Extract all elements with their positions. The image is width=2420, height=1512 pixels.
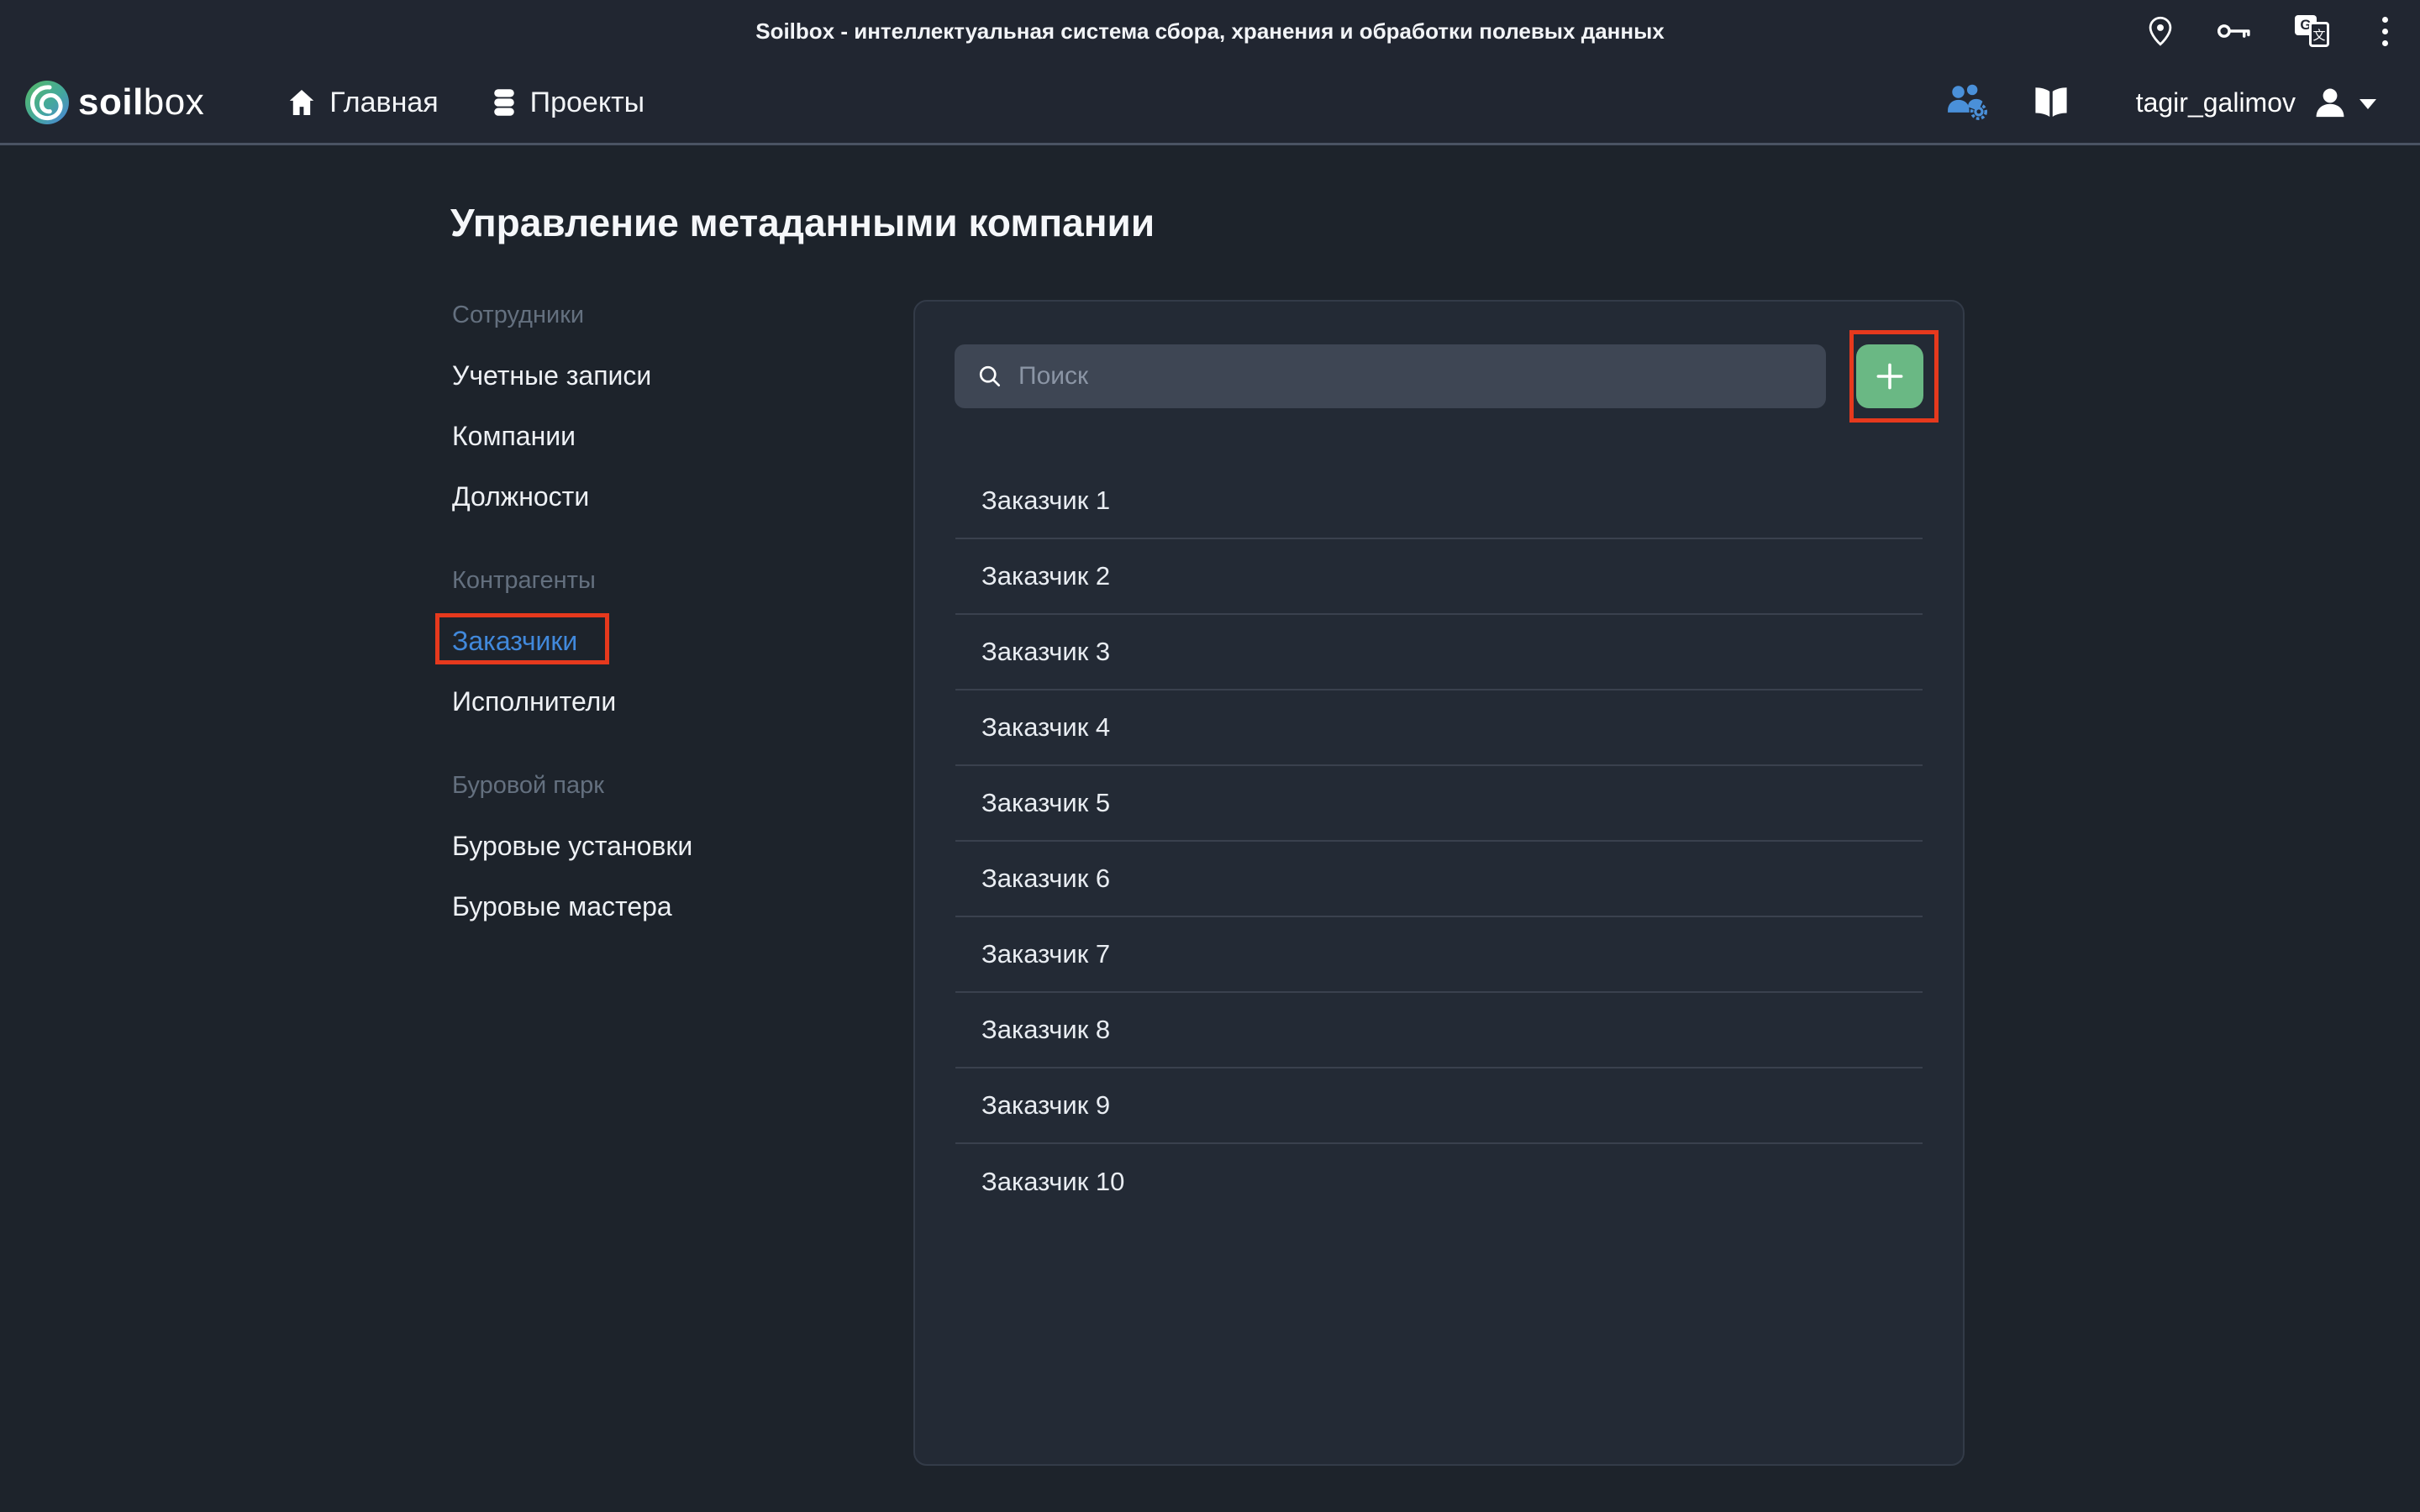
app-navbar: soilbox Главная Проекты (0, 62, 2420, 145)
customers-panel: Заказчик 1 Заказчик 2 Заказчик 3 Заказчи… (913, 300, 1965, 1466)
search-input[interactable] (1018, 344, 1826, 408)
user-avatar-icon[interactable] (2312, 85, 2348, 120)
customer-name: Заказчик 8 (981, 1015, 1110, 1045)
customer-name: Заказчик 7 (981, 939, 1110, 969)
brand-light: box (144, 81, 204, 123)
list-item[interactable]: Заказчик 10 (955, 1144, 1923, 1220)
nav-item-home[interactable]: Главная (287, 87, 438, 119)
add-customer-button[interactable] (1856, 344, 1923, 408)
search-icon (976, 363, 1003, 390)
sidebar-section-employees: Сотрудники (452, 298, 839, 332)
database-icon (491, 88, 518, 117)
user-management-icon[interactable] (1946, 82, 1991, 123)
sidebar-item-positions[interactable]: Должности (452, 480, 839, 513)
overflow-menu-icon[interactable] (2375, 17, 2395, 46)
customers-list: Заказчик 1 Заказчик 2 Заказчик 3 Заказчи… (955, 464, 1923, 1220)
list-item[interactable]: Заказчик 5 (955, 766, 1923, 842)
browser-titlebar: Soilbox - интеллектуальная система сбора… (0, 0, 2420, 62)
sidebar-section-counterparties: Контрагенты (452, 564, 839, 597)
customer-name: Заказчик 10 (981, 1167, 1124, 1197)
translate-script-glyph: 文 (2309, 22, 2329, 47)
search-box (955, 344, 1826, 408)
sidebar-item-drilling-rigs[interactable]: Буровые установки (452, 829, 839, 863)
key-icon[interactable] (2216, 20, 2251, 42)
nav-item-label: Проекты (530, 87, 644, 119)
home-icon (287, 88, 317, 117)
sidebar-item-drilling-masters[interactable]: Буровые мастера (452, 890, 839, 923)
sidebar-item-contractors[interactable]: Исполнители (452, 685, 839, 718)
translate-icon[interactable]: G 文 (2295, 13, 2332, 49)
chevron-down-icon[interactable] (2360, 99, 2376, 109)
customer-name: Заказчик 3 (981, 637, 1110, 667)
brand-wordmark[interactable]: soilbox (78, 81, 204, 123)
sidebar-menu: Сотрудники Учетные записи Компании Должн… (452, 298, 839, 923)
list-item[interactable]: Заказчик 8 (955, 993, 1923, 1068)
username[interactable]: tagir_galimov (2136, 87, 2296, 118)
soilbox-logo-icon[interactable] (24, 80, 70, 125)
list-item[interactable]: Заказчик 7 (955, 917, 1923, 993)
customer-name: Заказчик 4 (981, 712, 1110, 743)
list-item[interactable]: Заказчик 1 (955, 464, 1923, 539)
plus-icon (1872, 359, 1907, 394)
nav-item-label: Главная (329, 87, 438, 119)
page-title: Soilbox - интеллектуальная система сбора… (0, 0, 2420, 62)
page-heading: Управление метаданными компании (450, 199, 1155, 246)
list-item[interactable]: Заказчик 4 (955, 690, 1923, 766)
sidebar-item-accounts[interactable]: Учетные записи (452, 359, 839, 392)
list-item[interactable]: Заказчик 2 (955, 539, 1923, 615)
customer-name: Заказчик 1 (981, 486, 1110, 516)
sidebar-section-drilling-park: Буровой парк (452, 769, 839, 802)
sidebar-item-customers[interactable]: Заказчики (452, 624, 839, 658)
brand-bold: soil (78, 81, 144, 123)
list-item[interactable]: Заказчик 6 (955, 842, 1923, 917)
app-root: Soilbox - интеллектуальная система сбора… (0, 0, 2420, 1512)
customer-name: Заказчик 6 (981, 864, 1110, 894)
customer-name: Заказчик 2 (981, 561, 1110, 591)
customer-name: Заказчик 9 (981, 1090, 1110, 1121)
list-item[interactable]: Заказчик 3 (955, 615, 1923, 690)
nav-item-projects[interactable]: Проекты (491, 87, 644, 119)
handbook-icon[interactable] (2032, 86, 2070, 119)
sidebar-item-companies[interactable]: Компании (452, 419, 839, 453)
location-pin-icon[interactable] (2149, 16, 2172, 46)
list-item[interactable]: Заказчик 9 (955, 1068, 1923, 1144)
customer-name: Заказчик 5 (981, 788, 1110, 818)
